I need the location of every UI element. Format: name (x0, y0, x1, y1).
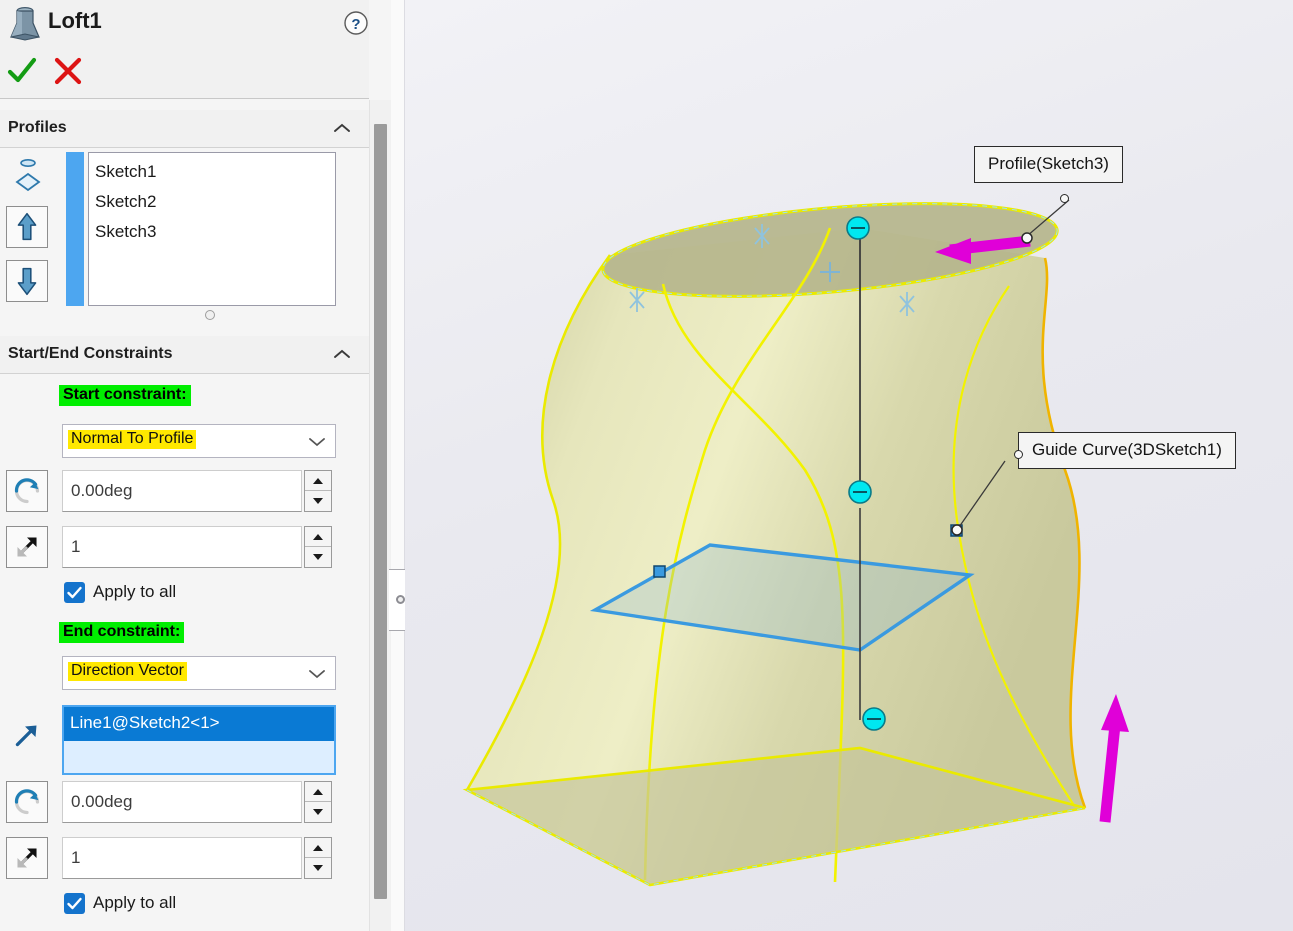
chevron-down-icon[interactable] (309, 437, 325, 447)
start-tangent-length-icon-button[interactable] (6, 526, 48, 568)
stepper-down-button[interactable] (305, 491, 331, 511)
list-item[interactable]: Sketch2 (89, 187, 335, 217)
accept-button[interactable] (6, 55, 38, 87)
end-tangent-angle-value: 0.00deg (71, 792, 133, 811)
start-tangent-angle-value: 0.00deg (71, 481, 133, 500)
constraints-section-body: Start constraint: Normal To Profile 0.00… (0, 376, 369, 931)
profiles-section-title: Profiles (8, 119, 67, 136)
stepper-down-button[interactable] (305, 547, 331, 567)
end-apply-to-all-row[interactable]: Apply to all (64, 893, 264, 917)
end-tangent-arrow (1099, 694, 1129, 823)
start-tangent-length-value: 1 (71, 537, 81, 556)
callout-anchor-dot (1060, 194, 1069, 203)
property-manager-scrollbar[interactable] (369, 100, 391, 931)
end-tangent-rotate-icon-button[interactable] (6, 781, 48, 823)
start-apply-to-all-checkbox[interactable] (64, 582, 85, 603)
callout-anchor-dot (1014, 450, 1023, 459)
collapse-handle-dot (396, 595, 405, 604)
stepper-up-button[interactable] (305, 527, 331, 547)
scrollbar-thumb[interactable] (374, 124, 387, 899)
start-constraint-value: Normal To Profile (68, 430, 197, 449)
stepper-down-button[interactable] (305, 802, 331, 822)
help-icon[interactable]: ? (343, 10, 369, 36)
end-constraint-value: Direction Vector (68, 662, 187, 681)
list-item[interactable]: Sketch3 (89, 217, 335, 247)
start-constraint-dropdown[interactable]: Normal To Profile (62, 424, 336, 458)
listbox-resize-grip[interactable] (205, 310, 215, 320)
start-tangent-rotate-icon-button[interactable] (6, 470, 48, 512)
chevron-down-icon[interactable] (309, 669, 325, 679)
property-manager-panel: Loft1 ? Profiles Sketch1 Sketch2 Sketch3… (0, 0, 391, 931)
start-tangent-angle-stepper[interactable] (304, 470, 332, 512)
start-tangent-length-stepper[interactable] (304, 526, 332, 568)
property-manager-scroll-region: Loft1 ? Profiles Sketch1 Sketch2 Sketch3… (0, 0, 369, 931)
list-item[interactable]: Line1@Sketch2<1> (64, 707, 334, 741)
end-tangent-length-icon-button[interactable] (6, 837, 48, 879)
stepper-up-button[interactable] (305, 838, 331, 858)
chevron-up-icon[interactable] (333, 348, 351, 360)
stepper-up-button[interactable] (305, 782, 331, 802)
property-manager-header: Loft1 ? (0, 0, 369, 99)
profile-selector-icon (15, 159, 41, 192)
profiles-section-body: Sketch1 Sketch2 Sketch3 (0, 150, 369, 330)
profiles-listbox[interactable]: Sketch1 Sketch2 Sketch3 (88, 152, 336, 306)
end-constraint-dropdown[interactable]: Direction Vector (62, 656, 336, 690)
3d-graphics-viewport[interactable]: Profile(Sketch3) Guide Curve(3DSketch1) (405, 0, 1293, 931)
svg-text:?: ? (351, 16, 360, 33)
constraints-section-title: Start/End Constraints (8, 345, 173, 362)
end-tangent-length-stepper[interactable] (304, 837, 332, 879)
end-tangent-length-field[interactable]: 1 (62, 837, 302, 879)
constraints-section-header[interactable]: Start/End Constraints (0, 336, 369, 374)
end-apply-to-all-label: Apply to all (93, 893, 177, 912)
callout-profile-sketch3[interactable]: Profile(Sketch3) (974, 146, 1123, 183)
start-tangent-angle-field[interactable]: 0.00deg (62, 470, 302, 512)
panel-splitter[interactable] (391, 0, 405, 931)
profiles-list-container: Sketch1 Sketch2 Sketch3 (66, 152, 336, 306)
end-tangent-length-value: 1 (71, 848, 81, 867)
end-tangent-angle-field[interactable]: 0.00deg (62, 781, 302, 823)
stepper-down-button[interactable] (305, 858, 331, 878)
direction-vector-selection-listbox[interactable]: Line1@Sketch2<1> (62, 705, 336, 775)
start-apply-to-all-label: Apply to all (93, 582, 177, 601)
end-constraint-label: End constraint: (59, 622, 185, 643)
start-constraint-label: Start constraint: (59, 385, 191, 406)
profiles-section-header[interactable]: Profiles (0, 110, 369, 148)
chevron-up-icon[interactable] (333, 122, 351, 134)
callout-label: Guide Curve(3DSketch1) (1032, 440, 1222, 459)
start-tangent-length-field[interactable]: 1 (62, 526, 302, 568)
callout-label: Profile(Sketch3) (988, 154, 1109, 173)
start-apply-to-all-row[interactable]: Apply to all (64, 582, 264, 606)
move-profile-up-button[interactable] (6, 206, 48, 248)
cancel-button[interactable] (52, 55, 84, 87)
direction-vector-arrow-icon (6, 716, 48, 758)
end-tangent-angle-stepper[interactable] (304, 781, 332, 823)
direction-vector-selection-value: Line1@Sketch2<1> (70, 713, 220, 732)
stepper-up-button[interactable] (305, 471, 331, 491)
move-profile-down-button[interactable] (6, 260, 48, 302)
list-item[interactable]: Sketch1 (89, 157, 335, 187)
end-apply-to-all-checkbox[interactable] (64, 893, 85, 914)
page-title: Loft1 (48, 8, 102, 33)
callout-guide-curve-3dsketch1[interactable]: Guide Curve(3DSketch1) (1018, 432, 1236, 469)
loft-feature-icon (10, 6, 40, 41)
profiles-accent-bar (66, 152, 84, 306)
